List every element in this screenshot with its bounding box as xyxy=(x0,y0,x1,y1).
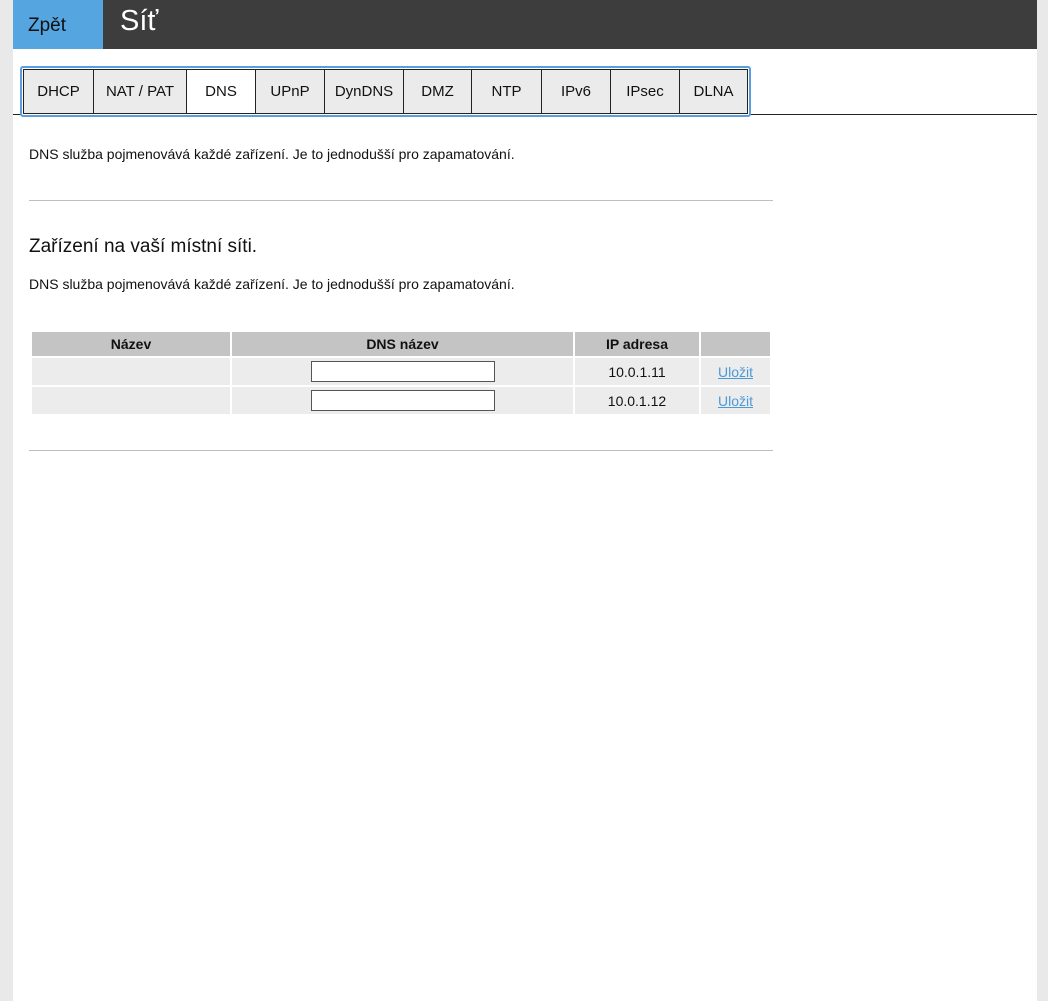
dns-name-cell xyxy=(232,358,573,385)
tab-ntp[interactable]: NTP xyxy=(471,69,542,114)
save-link[interactable]: Uložit xyxy=(718,393,753,409)
table-header-row: Název DNS název IP adresa xyxy=(32,332,770,356)
dns-name-input[interactable] xyxy=(310,361,495,382)
column-header-ip-address: IP adresa xyxy=(575,332,699,356)
tab-dhcp[interactable]: DHCP xyxy=(23,69,94,114)
action-cell: Uložit xyxy=(701,358,770,385)
column-header-name: Název xyxy=(32,332,230,356)
main-content: DNS služba pojmenovává každé zařízení. J… xyxy=(13,146,789,451)
tabs-area: DHCP NAT / PAT DNS UPnP DynDNS DMZ NTP I… xyxy=(13,49,1037,117)
back-button[interactable]: Zpět xyxy=(13,0,103,49)
section-title: Zařízení na vaší místní síti. xyxy=(29,236,258,257)
tab-ipv6[interactable]: IPv6 xyxy=(541,69,611,114)
ip-address-cell: 10.0.1.11 xyxy=(575,358,699,385)
tab-dmz[interactable]: DMZ xyxy=(403,69,472,114)
column-header-dns-name: DNS název xyxy=(232,332,573,356)
page: Zpět Síť DHCP NAT / PAT DNS UPnP DynDNS … xyxy=(13,0,1037,1001)
column-header-action xyxy=(701,332,770,356)
section-description: DNS služba pojmenovává každé zařízení. J… xyxy=(29,276,515,292)
action-cell: Uložit xyxy=(701,387,770,414)
page-title: Síť xyxy=(120,5,159,37)
divider xyxy=(29,200,773,201)
tab-dns[interactable]: DNS xyxy=(186,69,256,114)
save-link[interactable]: Uložit xyxy=(718,364,753,380)
ip-address-cell: 10.0.1.12 xyxy=(575,387,699,414)
dns-name-cell xyxy=(232,387,573,414)
divider xyxy=(29,450,773,451)
device-name-cell xyxy=(32,387,230,414)
tab-upnp[interactable]: UPnP xyxy=(255,69,325,114)
tab-nat-pat[interactable]: NAT / PAT xyxy=(93,69,187,114)
dns-name-input[interactable] xyxy=(310,390,495,411)
table-row: 10.0.1.12 Uložit xyxy=(32,387,770,414)
intro-text: DNS služba pojmenovává každé zařízení. J… xyxy=(29,146,515,162)
table-row: 10.0.1.11 Uložit xyxy=(32,358,770,385)
device-name-cell xyxy=(32,358,230,385)
tab-ipsec[interactable]: IPsec xyxy=(610,69,680,114)
header-bar: Zpět Síť xyxy=(13,0,1037,49)
tab-dlna[interactable]: DLNA xyxy=(679,69,748,114)
devices-table: Název DNS název IP adresa 10.0.1.11 Ulož… xyxy=(30,330,772,416)
tab-bar: DHCP NAT / PAT DNS UPnP DynDNS DMZ NTP I… xyxy=(20,66,751,117)
tab-dyndns[interactable]: DynDNS xyxy=(324,69,404,114)
